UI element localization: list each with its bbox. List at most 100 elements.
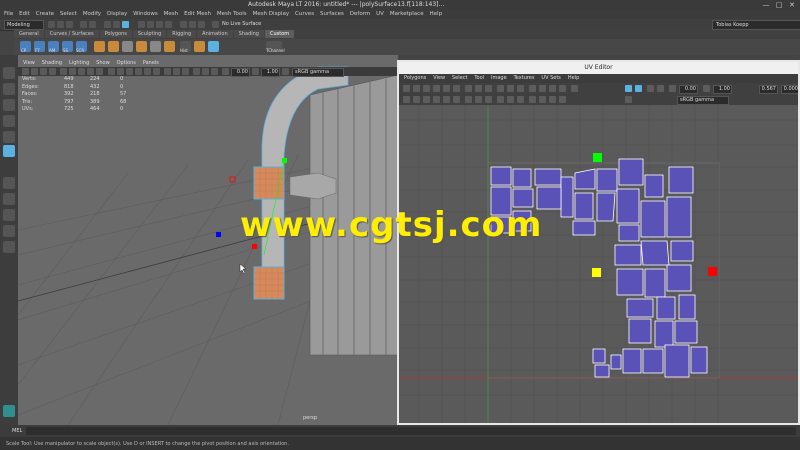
safe-action-icon[interactable] — [96, 68, 103, 75]
uv-layout-icon[interactable] — [507, 85, 514, 92]
lights-icon[interactable] — [144, 68, 151, 75]
uv-canvas[interactable] — [399, 105, 798, 423]
uv-sew-icon[interactable] — [475, 85, 482, 92]
uv-pin-icon[interactable] — [433, 96, 440, 103]
gamma-field[interactable]: 1.00 — [261, 68, 280, 77]
uv-menu-tool[interactable]: Tool — [474, 74, 484, 83]
snap-curve-icon[interactable] — [147, 21, 154, 28]
uv-color-space-dropdown[interactable]: sRGB gamma — [677, 96, 729, 105]
close-button[interactable]: ✕ — [786, 0, 798, 10]
uv-component-icon[interactable] — [625, 85, 632, 92]
menu-display[interactable]: Display — [107, 10, 127, 19]
gamma-icon[interactable] — [252, 68, 259, 75]
vp-menu-view[interactable]: View — [23, 60, 35, 66]
uv-select-icon[interactable] — [403, 96, 410, 103]
uv-cut-icon[interactable] — [465, 85, 472, 92]
single-layout-icon[interactable] — [3, 177, 15, 189]
shelf-icon-am[interactable]: AM — [48, 41, 59, 53]
uv-filter-image-icon[interactable] — [657, 85, 664, 92]
tab-animation[interactable]: Animation — [197, 30, 233, 38]
color-management-icon[interactable] — [282, 68, 289, 75]
menu-mesh[interactable]: Mesh — [164, 10, 178, 19]
uv-flip-v-icon[interactable] — [433, 85, 440, 92]
uv-normalize-icon[interactable] — [539, 85, 546, 92]
backface-icon[interactable] — [182, 68, 189, 75]
freeze-transforms-icon[interactable] — [194, 41, 205, 52]
menu-windows[interactable]: Windows — [133, 10, 158, 19]
tchannel-icon[interactable]: TChannel — [266, 41, 285, 53]
menu-surfaces[interactable]: Surfaces — [320, 10, 344, 19]
uv-border-icon[interactable] — [517, 96, 524, 103]
menu-mesh-tools[interactable]: Mesh Tools — [217, 10, 247, 19]
menu-file[interactable]: File — [4, 10, 13, 19]
paint-select-tool-icon[interactable] — [3, 99, 15, 111]
uv-menu-uv-sets[interactable]: UV Sets — [541, 74, 561, 83]
vp-menu-shading[interactable]: Shading — [42, 60, 62, 66]
smooth-shade-icon[interactable] — [117, 68, 124, 75]
tab-custom[interactable]: Custom — [264, 30, 295, 38]
shelf-icon-ft[interactable]: FT — [34, 41, 45, 53]
uv-lasso-icon[interactable] — [413, 96, 420, 103]
magnet-icon[interactable] — [212, 21, 219, 28]
uv-menu-view[interactable]: View — [433, 74, 445, 83]
exposure-field[interactable]: 0.00 — [231, 68, 250, 77]
side-by-side-layout-icon[interactable] — [3, 209, 15, 221]
menu-uv[interactable]: UV — [376, 10, 384, 19]
uv-shaded-icon[interactable] — [497, 96, 504, 103]
vp-menu-options[interactable]: Options — [117, 60, 136, 66]
uv-menu-help[interactable]: Help — [568, 74, 579, 83]
uv-menu-textures[interactable]: Textures — [514, 74, 535, 83]
camera-select-icon[interactable] — [22, 68, 29, 75]
extrude-icon[interactable] — [136, 41, 147, 52]
grid-icon[interactable] — [60, 68, 67, 75]
menu-marketplace[interactable]: Marketplace — [390, 10, 424, 19]
uv-menu-image[interactable]: Image — [491, 74, 507, 83]
scale-tool-icon[interactable] — [3, 145, 15, 157]
separate-icon[interactable] — [122, 41, 133, 52]
menu-help[interactable]: Help — [430, 10, 443, 19]
vp-menu-show[interactable]: Show — [96, 60, 110, 66]
rotate-tool-icon[interactable] — [3, 131, 15, 143]
bookmark-icon[interactable] — [40, 68, 47, 75]
gate-mask-icon[interactable] — [87, 68, 94, 75]
wireframe-icon[interactable] — [108, 68, 115, 75]
uv-grid-icon[interactable] — [549, 85, 556, 92]
uv-shell-select-icon[interactable] — [571, 85, 578, 92]
vp-menu-lighting[interactable]: Lighting — [69, 60, 89, 66]
uv-display-icon[interactable] — [559, 96, 566, 103]
image-plane-icon[interactable] — [49, 68, 56, 75]
uv-dim-icon[interactable] — [485, 96, 492, 103]
wireframe-on-shaded-icon[interactable] — [126, 68, 133, 75]
combine-icon[interactable] — [108, 41, 119, 52]
shelf-icon-scr[interactable]: SCR — [76, 41, 87, 53]
color-space-dropdown[interactable]: sRGB gamma — [292, 68, 344, 77]
live-surface-status[interactable]: No Live Surface — [222, 21, 261, 27]
tab-curves-surfaces[interactable]: Curves / Surfaces — [44, 30, 99, 38]
uv-smudge-icon[interactable] — [423, 96, 430, 103]
antialias-icon[interactable] — [211, 68, 218, 75]
uv-isolate-icon[interactable] — [549, 96, 556, 103]
cube-icon[interactable] — [94, 41, 105, 52]
uv-gamma-field[interactable]: 1.00 — [713, 85, 732, 94]
xray-joints-icon[interactable] — [173, 68, 180, 75]
menu-create[interactable]: Create — [36, 10, 54, 19]
four-view-layout-icon[interactable] — [3, 193, 15, 205]
select-hierarchy-icon[interactable] — [104, 21, 111, 28]
uv-unfold-icon[interactable] — [497, 85, 504, 92]
uv-u-coord-field[interactable]: 0.567 — [759, 85, 778, 94]
vp-menu-panels[interactable]: Panels — [143, 60, 159, 66]
uv-tile-icon[interactable] — [539, 96, 546, 103]
bridge-icon[interactable] — [150, 41, 161, 52]
open-scene-icon[interactable] — [57, 21, 64, 28]
xray-icon[interactable] — [164, 68, 171, 75]
uv-wire-icon[interactable] — [507, 96, 514, 103]
tab-shading[interactable]: Shading — [233, 30, 264, 38]
ssao-icon[interactable] — [202, 68, 209, 75]
tab-polygons[interactable]: Polygons — [99, 30, 132, 38]
uv-rotate-cw-icon[interactable] — [453, 85, 460, 92]
textured-icon[interactable] — [135, 68, 142, 75]
minimize-button[interactable]: — — [760, 0, 772, 10]
bevel-icon[interactable] — [164, 41, 175, 52]
snap-grid-icon[interactable] — [138, 21, 145, 28]
film-gate-icon[interactable] — [69, 68, 76, 75]
